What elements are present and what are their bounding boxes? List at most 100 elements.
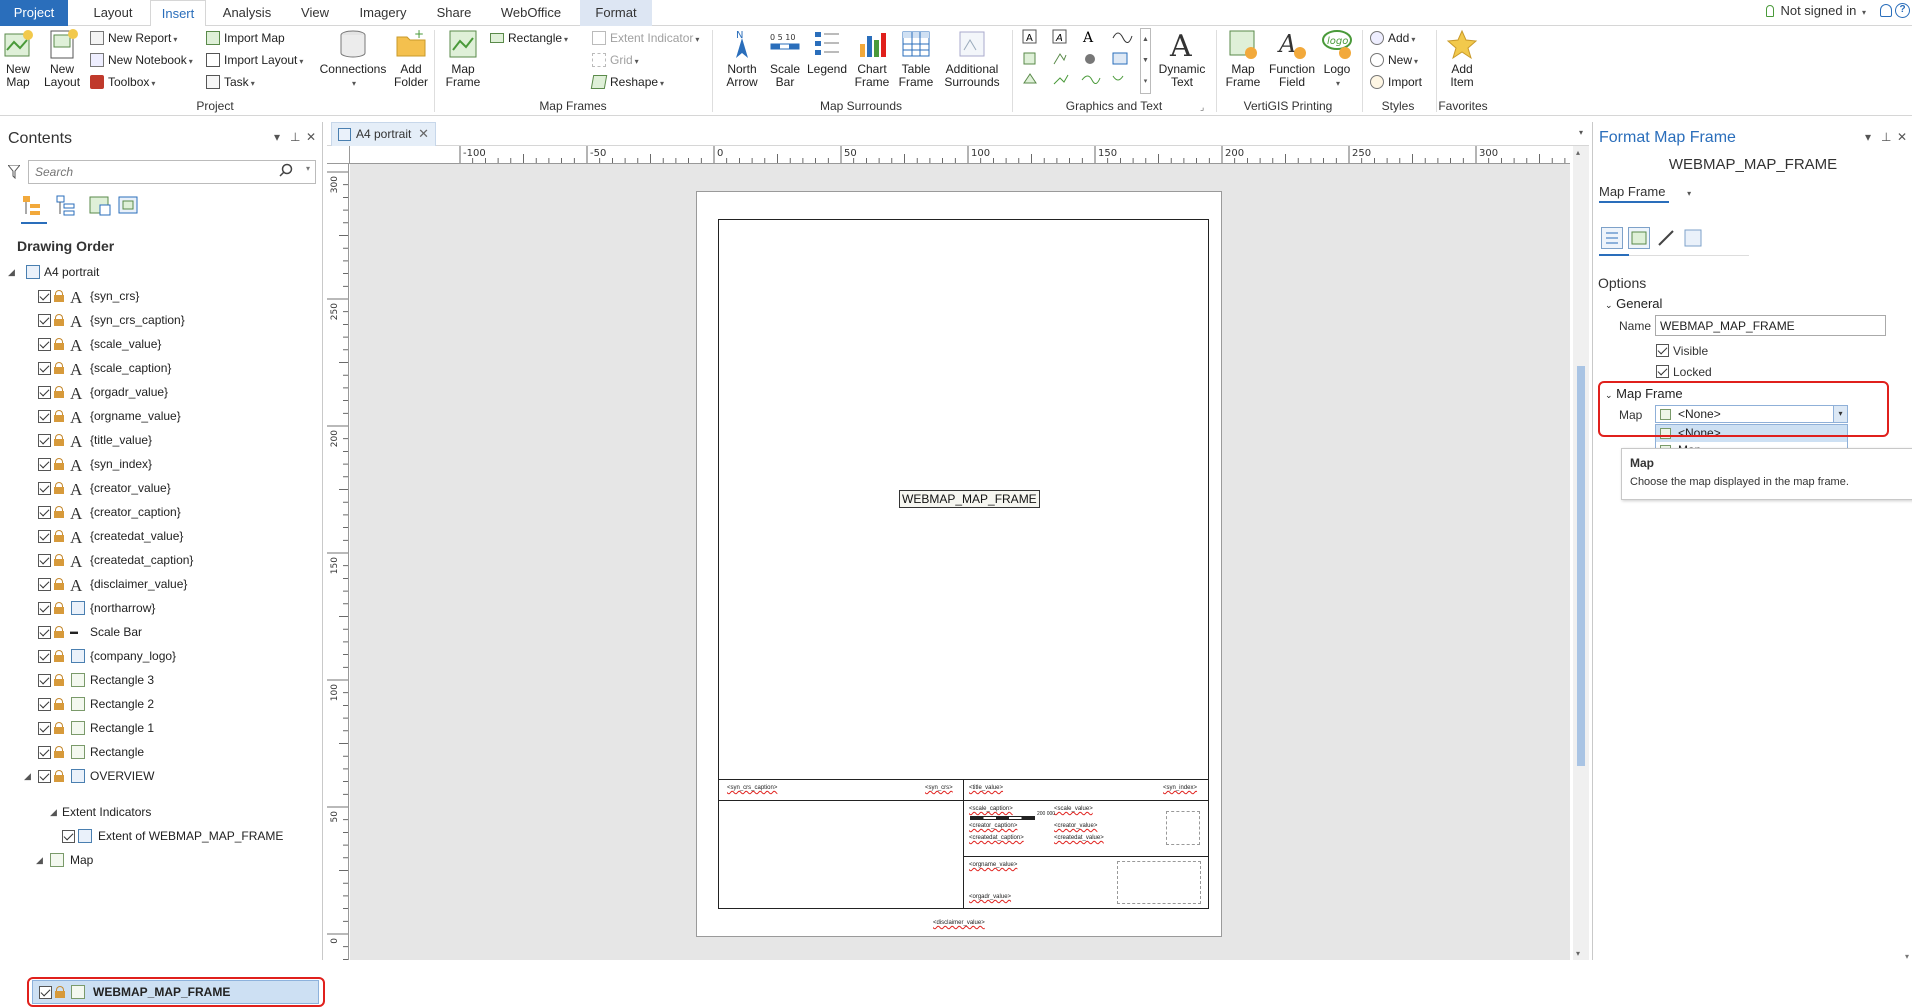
pane-menu-icon[interactable]: ▾ <box>274 130 280 144</box>
pin-icon[interactable]: ⊥ <box>1881 130 1891 144</box>
lock-icon[interactable] <box>54 722 64 734</box>
help-icon[interactable]: ? <box>1895 3 1910 18</box>
north-arrow-button[interactable]: N North Arrow <box>718 28 766 89</box>
northarrow-placeholder[interactable] <box>1166 811 1200 845</box>
styles-new-button[interactable]: New ▾ <box>1370 51 1418 69</box>
scale-value-text[interactable]: <scale_value> <box>1054 806 1093 812</box>
search-input[interactable] <box>33 162 273 182</box>
scroll-up-icon[interactable]: ▴ <box>1576 148 1580 157</box>
legend-button[interactable]: Legend <box>806 28 848 76</box>
lock-icon[interactable] <box>54 386 64 398</box>
visibility-checkbox[interactable] <box>38 434 51 447</box>
lock-icon[interactable] <box>54 674 64 686</box>
name-field[interactable] <box>1655 315 1886 336</box>
gallery-scroll[interactable]: ▲ ▼ ▾ <box>1140 28 1151 94</box>
lock-icon[interactable] <box>54 434 64 446</box>
tab-list-icon[interactable]: ▾ <box>1579 128 1583 137</box>
new-notebook-button[interactable]: New Notebook ▾ <box>90 51 193 69</box>
lock-icon[interactable] <box>54 626 64 638</box>
search-options-icon[interactable]: ▾ <box>306 164 310 173</box>
lock-icon[interactable] <box>54 482 64 494</box>
visibility-checkbox[interactable] <box>38 650 51 663</box>
collapse-icon[interactable]: ◢ <box>50 800 57 824</box>
vertical-scrollbar[interactable]: ▴ ▾ <box>1573 146 1589 960</box>
visibility-checkbox[interactable] <box>38 554 51 567</box>
new-map-button[interactable]: New Map <box>2 28 34 89</box>
visibility-checkbox[interactable] <box>38 314 51 327</box>
styles-import-button[interactable]: Import <box>1370 73 1422 91</box>
search-icon[interactable] <box>279 163 293 180</box>
styles-add-button[interactable]: Add ▾ <box>1370 29 1415 47</box>
visibility-checkbox[interactable] <box>38 674 51 687</box>
visibility-checkbox[interactable] <box>38 338 51 351</box>
lock-icon[interactable] <box>54 290 64 302</box>
search-box[interactable]: ▾ <box>28 160 316 184</box>
function-field-button[interactable]: A Function Field <box>1266 28 1318 89</box>
visible-checkbox[interactable] <box>1656 344 1669 357</box>
add-folder-button[interactable]: + Add Folder <box>392 27 430 89</box>
close-icon[interactable]: ✕ <box>1897 130 1907 144</box>
visibility-checkbox[interactable] <box>38 506 51 519</box>
map-frame-button[interactable]: Map Frame <box>440 28 486 89</box>
list-by-drawing-order-icon[interactable] <box>21 194 45 218</box>
lock-icon[interactable] <box>54 530 64 542</box>
visibility-checkbox[interactable] <box>62 830 75 843</box>
disclaimer-value-text[interactable]: <disclaimer_value> <box>933 920 985 926</box>
visibility-checkbox[interactable] <box>38 626 51 639</box>
orgname-value-text[interactable]: <orgname_value> <box>969 862 1017 868</box>
lock-icon[interactable] <box>54 602 64 614</box>
import-layout-button[interactable]: Import Layout ▾ <box>206 51 303 69</box>
close-icon[interactable]: ✕ <box>306 130 316 144</box>
visibility-checkbox[interactable] <box>38 722 51 735</box>
tab-insert[interactable]: Insert <box>150 0 206 27</box>
visibility-checkbox[interactable] <box>38 386 51 399</box>
lock-icon[interactable] <box>54 410 64 422</box>
list-by-selection-icon[interactable] <box>88 194 112 218</box>
orgadr-value-text[interactable]: <orgadr_value> <box>969 894 1011 900</box>
lock-icon[interactable] <box>54 770 64 782</box>
graphics-gallery[interactable]: A A A <box>1020 28 1142 94</box>
additional-surrounds-button[interactable]: Additional Surrounds <box>940 28 1004 89</box>
tab-project[interactable]: Project <box>0 0 68 26</box>
scale-bar-button[interactable]: 0 5 10 Scale Bar <box>766 28 804 89</box>
visibility-checkbox[interactable] <box>38 458 51 471</box>
tab-a4-portrait[interactable]: A4 portrait ✕ <box>331 122 436 146</box>
import-map-button[interactable]: Import Map <box>206 29 285 47</box>
close-tab-icon[interactable]: ✕ <box>418 123 429 145</box>
toolbox-button[interactable]: Toolbox ▾ <box>90 73 155 91</box>
display-tab-icon[interactable] <box>1628 227 1650 249</box>
visibility-checkbox[interactable] <box>38 530 51 543</box>
general-section[interactable]: ⌄ General <box>1605 296 1662 311</box>
rectangle-button[interactable]: Rectangle ▾ <box>490 29 568 47</box>
collapse-icon[interactable]: ◢ <box>8 260 15 284</box>
notification-icon[interactable] <box>1880 4 1892 17</box>
scale-bar-element[interactable] <box>970 816 1035 820</box>
pane-menu-icon[interactable]: ▾ <box>1865 130 1871 144</box>
title-value-text[interactable]: <title_value> <box>969 785 1003 791</box>
creator-value-text[interactable]: <creator_value> <box>1054 823 1097 829</box>
lock-icon[interactable] <box>54 578 64 590</box>
lock-icon[interactable] <box>54 314 64 326</box>
creator-caption-text[interactable]: <creator_caption> <box>969 823 1017 829</box>
lock-icon[interactable] <box>54 746 64 758</box>
tab-imagery[interactable]: Imagery <box>352 0 414 26</box>
map-frame-element[interactable]: WEBMAP_MAP_FRAME <box>899 490 1040 508</box>
add-item-button[interactable]: Add Item <box>1440 28 1484 89</box>
visibility-checkbox[interactable] <box>38 290 51 303</box>
symbol-tab-icon[interactable] <box>1655 227 1677 249</box>
tab-view[interactable]: View <box>290 0 340 26</box>
logo-button[interactable]: logo Logo ▾ <box>1320 28 1354 90</box>
reshape-button[interactable]: Reshape ▾ <box>590 73 664 91</box>
lock-icon[interactable] <box>54 458 64 470</box>
scrollbar-thumb[interactable] <box>1577 366 1585 766</box>
visibility-checkbox[interactable] <box>38 482 51 495</box>
syn-index-text[interactable]: <syn_index> <box>1163 785 1197 791</box>
tab-analysis[interactable]: Analysis <box>216 0 278 26</box>
visibility-checkbox[interactable] <box>38 602 51 615</box>
filter-icon[interactable] <box>6 164 22 180</box>
locked-checkbox[interactable] <box>1656 365 1669 378</box>
new-layout-button[interactable]: New Layout <box>44 28 80 89</box>
pin-icon[interactable]: ⊥ <box>290 130 300 144</box>
table-frame-button[interactable]: Table Frame <box>896 28 936 89</box>
chart-frame-button[interactable]: Chart Frame <box>852 28 892 89</box>
